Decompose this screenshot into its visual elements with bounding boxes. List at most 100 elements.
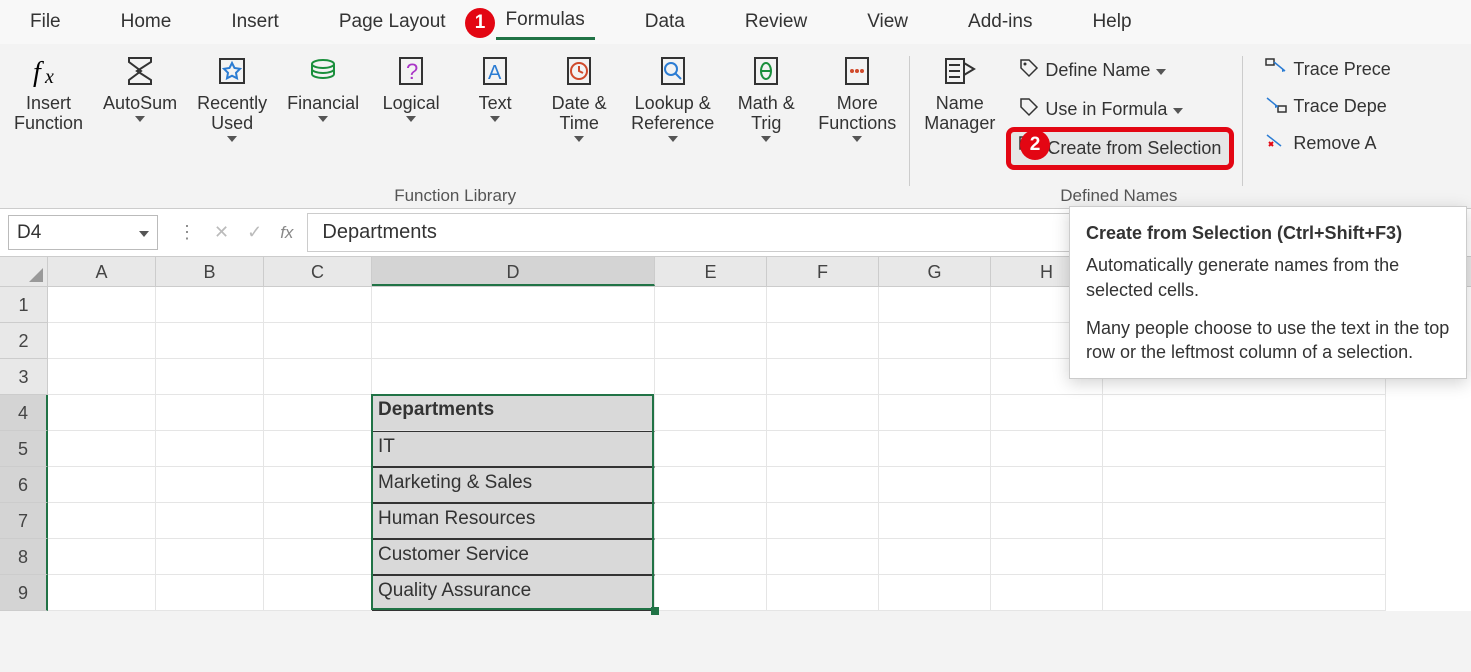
tab-formulas[interactable]: Formulas: [496, 6, 595, 40]
select-all-corner[interactable]: [0, 257, 48, 287]
row-header-9[interactable]: 9: [0, 575, 48, 611]
cell-b4[interactable]: [156, 395, 264, 431]
cell-overflow-4[interactable]: [1103, 395, 1386, 431]
column-header-e[interactable]: E: [655, 257, 767, 286]
cell-a2[interactable]: [48, 323, 156, 359]
fx-icon[interactable]: fx: [280, 223, 293, 243]
cell-overflow-7[interactable]: [1103, 503, 1386, 539]
cell-c7[interactable]: [264, 503, 372, 539]
cell-h8[interactable]: [991, 539, 1103, 575]
cell-d2[interactable]: [372, 323, 655, 359]
define-name-button[interactable]: Define Name: [1011, 54, 1229, 87]
cell-c4[interactable]: [264, 395, 372, 431]
cell-h9[interactable]: [991, 575, 1103, 611]
cell-overflow-9[interactable]: [1103, 575, 1386, 611]
cell-c8[interactable]: [264, 539, 372, 575]
cell-b2[interactable]: [156, 323, 264, 359]
cell-e2[interactable]: [655, 323, 767, 359]
cell-h5[interactable]: [991, 431, 1103, 467]
cell-d1[interactable]: [372, 287, 655, 323]
cell-f7[interactable]: [767, 503, 879, 539]
enter-icon[interactable]: ✓: [247, 222, 262, 243]
autosum-button[interactable]: AutoSum: [95, 48, 185, 142]
cell-c3[interactable]: [264, 359, 372, 395]
cell-b5[interactable]: [156, 431, 264, 467]
logical-button[interactable]: ? Logical: [371, 48, 451, 142]
cell-g1[interactable]: [879, 287, 991, 323]
cell-d6[interactable]: Marketing & Sales: [372, 467, 655, 503]
cell-a5[interactable]: [48, 431, 156, 467]
cell-b7[interactable]: [156, 503, 264, 539]
cell-b6[interactable]: [156, 467, 264, 503]
cell-h6[interactable]: [991, 467, 1103, 503]
cell-f6[interactable]: [767, 467, 879, 503]
tab-home[interactable]: Home: [111, 8, 182, 39]
cell-c2[interactable]: [264, 323, 372, 359]
remove-arrows-button[interactable]: Remove A: [1257, 128, 1398, 159]
cell-d4[interactable]: Departments: [372, 395, 655, 431]
cell-d3[interactable]: [372, 359, 655, 395]
row-header-2[interactable]: 2: [0, 323, 48, 359]
row-header-8[interactable]: 8: [0, 539, 48, 575]
row-header-3[interactable]: 3: [0, 359, 48, 395]
column-header-a[interactable]: A: [48, 257, 156, 286]
row-header-6[interactable]: 6: [0, 467, 48, 503]
column-header-d[interactable]: D: [372, 257, 655, 286]
cell-e6[interactable]: [655, 467, 767, 503]
cell-c1[interactable]: [264, 287, 372, 323]
cell-e9[interactable]: [655, 575, 767, 611]
cell-a9[interactable]: [48, 575, 156, 611]
cell-f2[interactable]: [767, 323, 879, 359]
cell-overflow-8[interactable]: [1103, 539, 1386, 575]
cell-f9[interactable]: [767, 575, 879, 611]
cell-e8[interactable]: [655, 539, 767, 575]
cell-h7[interactable]: [991, 503, 1103, 539]
cell-c5[interactable]: [264, 431, 372, 467]
column-header-c[interactable]: C: [264, 257, 372, 286]
trace-precedents-button[interactable]: Trace Prece: [1257, 54, 1398, 85]
tab-insert[interactable]: Insert: [221, 8, 289, 39]
cell-overflow-6[interactable]: [1103, 467, 1386, 503]
cell-a4[interactable]: [48, 395, 156, 431]
tab-view[interactable]: View: [857, 8, 918, 39]
cell-overflow-5[interactable]: [1103, 431, 1386, 467]
cell-d7[interactable]: Human Resources: [372, 503, 655, 539]
column-header-g[interactable]: G: [879, 257, 991, 286]
cell-b3[interactable]: [156, 359, 264, 395]
cell-e5[interactable]: [655, 431, 767, 467]
row-header-7[interactable]: 7: [0, 503, 48, 539]
cancel-icon[interactable]: ✕: [214, 222, 229, 243]
cell-a8[interactable]: [48, 539, 156, 575]
row-header-1[interactable]: 1: [0, 287, 48, 323]
cell-a3[interactable]: [48, 359, 156, 395]
column-header-b[interactable]: B: [156, 257, 264, 286]
cell-e3[interactable]: [655, 359, 767, 395]
cell-f1[interactable]: [767, 287, 879, 323]
lookup-reference-button[interactable]: Lookup & Reference: [623, 48, 722, 142]
cell-f8[interactable]: [767, 539, 879, 575]
cell-g7[interactable]: [879, 503, 991, 539]
tab-review[interactable]: Review: [735, 8, 817, 39]
cell-b8[interactable]: [156, 539, 264, 575]
name-box[interactable]: D4: [8, 215, 158, 250]
math-trig-button[interactable]: Math & Trig: [726, 48, 806, 142]
cell-b9[interactable]: [156, 575, 264, 611]
cell-e1[interactable]: [655, 287, 767, 323]
tab-file[interactable]: File: [20, 8, 71, 39]
cell-g3[interactable]: [879, 359, 991, 395]
trace-dependents-button[interactable]: Trace Depe: [1257, 91, 1398, 122]
cell-g5[interactable]: [879, 431, 991, 467]
cell-e7[interactable]: [655, 503, 767, 539]
cell-g9[interactable]: [879, 575, 991, 611]
cell-d5[interactable]: IT: [372, 431, 655, 467]
tab-addins[interactable]: Add-ins: [958, 8, 1042, 39]
cell-d9[interactable]: Quality Assurance: [372, 575, 655, 611]
cell-g4[interactable]: [879, 395, 991, 431]
name-manager-button[interactable]: Name Manager: [916, 48, 1003, 165]
cell-f5[interactable]: [767, 431, 879, 467]
cell-c6[interactable]: [264, 467, 372, 503]
tab-data[interactable]: Data: [635, 8, 695, 39]
cell-a6[interactable]: [48, 467, 156, 503]
tab-help[interactable]: Help: [1082, 8, 1141, 39]
tab-page-layout[interactable]: Page Layout: [329, 8, 456, 39]
